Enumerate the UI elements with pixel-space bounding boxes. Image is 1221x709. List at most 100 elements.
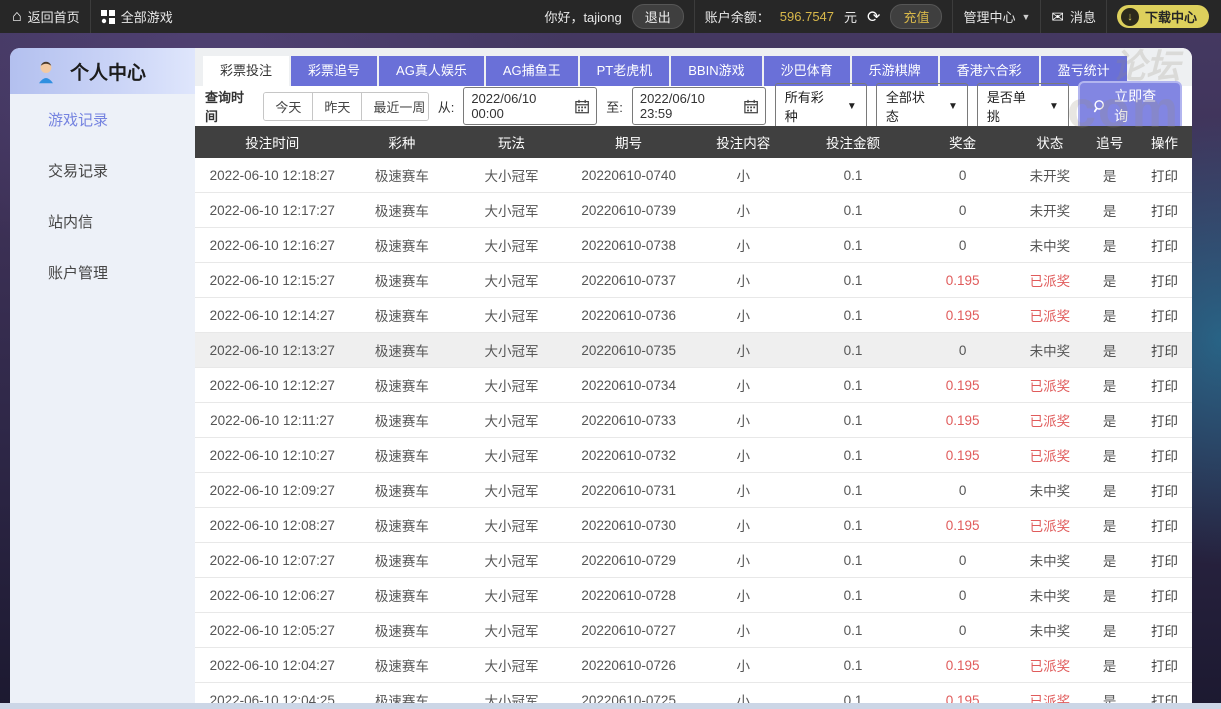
sidebar-item-游戏记录[interactable]: 游戏记录 xyxy=(10,94,195,145)
print-link[interactable]: 打印 xyxy=(1137,550,1192,570)
cell-time: 2022-06-10 12:05:27 xyxy=(209,622,335,638)
cell-chase: 是 xyxy=(1102,274,1117,289)
cell-time: 2022-06-10 12:16:27 xyxy=(209,237,335,253)
print-link[interactable]: 打印 xyxy=(1137,655,1192,675)
cell-status: 未开奖 xyxy=(1029,169,1071,184)
print-link[interactable]: 打印 xyxy=(1137,620,1192,640)
cell-prize: 0.195 xyxy=(945,412,980,428)
quick-button-最近一周[interactable]: 最近一周 xyxy=(361,92,428,120)
greeting-text: 你好，tajiong xyxy=(544,10,622,25)
home-icon: ⌂ xyxy=(12,7,22,25)
cell-chase: 是 xyxy=(1102,204,1117,219)
sidebar-item-站内信[interactable]: 站内信 xyxy=(10,196,195,247)
cell-issue: 20220610-0740 xyxy=(581,167,676,183)
print-link[interactable]: 打印 xyxy=(1137,445,1192,465)
cell-time: 2022-06-10 12:17:27 xyxy=(209,202,335,218)
print-link[interactable]: 打印 xyxy=(1137,585,1192,605)
tab-彩票追号[interactable]: 彩票追号 xyxy=(291,56,378,86)
table-row: 2022-06-10 12:09:27 极速赛车 大小冠军 20220610-0731… xyxy=(195,473,1192,508)
print-link[interactable]: 打印 xyxy=(1137,235,1192,255)
status-select[interactable]: 全部状态 ▼ xyxy=(875,83,968,129)
tab-PT老虎机[interactable]: PT老虎机 xyxy=(579,56,670,86)
quick-button-今天[interactable]: 今天 xyxy=(264,92,313,120)
cell-chase: 是 xyxy=(1102,344,1117,359)
column-header-操作: 操作 xyxy=(1150,136,1178,151)
print-link[interactable]: 打印 xyxy=(1137,165,1192,185)
refresh-icon[interactable]: ⟳ xyxy=(867,7,880,27)
avatar xyxy=(32,57,60,85)
cell-chase: 是 xyxy=(1102,309,1117,324)
admin-center-label: 管理中心 xyxy=(963,10,1016,25)
print-link[interactable]: 打印 xyxy=(1137,270,1192,290)
cell-content: 小 xyxy=(736,239,751,254)
sidebar-item-账户管理[interactable]: 账户管理 xyxy=(10,247,195,298)
cell-play: 大小冠军 xyxy=(484,519,539,534)
cell-lottery: 极速赛车 xyxy=(374,344,429,359)
back-home-button[interactable]: ⌂ 返回首页 xyxy=(12,7,80,26)
quick-button-昨天[interactable]: 昨天 xyxy=(312,92,362,120)
cell-prize: 0 xyxy=(958,552,967,568)
cell-time: 2022-06-10 12:11:27 xyxy=(210,412,335,428)
cell-status: 已派奖 xyxy=(1029,274,1071,289)
cell-prize: 0 xyxy=(958,342,967,358)
print-link[interactable]: 打印 xyxy=(1137,305,1192,325)
download-center-button[interactable]: ↓ 下载中心 xyxy=(1116,5,1209,28)
recharge-button[interactable]: 充值 xyxy=(890,4,943,29)
cell-issue: 20220610-0733 xyxy=(581,412,676,428)
all-games-button[interactable]: 全部游戏 xyxy=(100,7,173,26)
cell-issue: 20220610-0727 xyxy=(581,622,676,638)
cell-lottery: 极速赛车 xyxy=(374,309,429,324)
cell-play: 大小冠军 xyxy=(484,624,539,639)
cell-status: 已派奖 xyxy=(1029,519,1071,534)
cell-time: 2022-06-10 12:04:27 xyxy=(209,657,335,673)
tab-乐游棋牌[interactable]: 乐游棋牌 xyxy=(851,56,938,86)
table-row: 2022-06-10 12:17:27 极速赛车 大小冠军 20220610-0739… xyxy=(195,193,1192,228)
messages-label: 消息 xyxy=(1069,10,1096,25)
tab-沙巴体育[interactable]: 沙巴体育 xyxy=(763,56,850,86)
print-link[interactable]: 打印 xyxy=(1137,515,1192,535)
tab-香港六合彩[interactable]: 香港六合彩 xyxy=(939,56,1039,86)
sidebar-header: 个人中心 xyxy=(10,48,195,94)
lottery-type-select[interactable]: 所有彩种 ▼ xyxy=(774,83,867,129)
cell-amount: 0.1 xyxy=(843,167,863,183)
cell-lottery: 极速赛车 xyxy=(374,239,429,254)
cell-amount: 0.1 xyxy=(843,622,863,638)
search-icon xyxy=(1093,99,1104,112)
calendar-icon[interactable] xyxy=(575,99,589,114)
cell-content: 小 xyxy=(736,554,751,569)
cell-status: 已派奖 xyxy=(1029,449,1071,464)
print-link[interactable]: 打印 xyxy=(1137,200,1192,220)
print-link[interactable]: 打印 xyxy=(1137,375,1192,395)
sidebar-item-交易记录[interactable]: 交易记录 xyxy=(10,145,195,196)
cell-amount: 0.1 xyxy=(843,482,863,498)
table-header: 投注时间 彩种 玩法 期号 投注内容 投注金额 奖金 状态 追号 操作 xyxy=(195,126,1192,158)
top-bar: ⌂ 返回首页 全部游戏 你好，tajiong 退出 账户余额： 596.7547… xyxy=(0,0,1221,33)
tab-BBIN游戏[interactable]: BBIN游戏 xyxy=(671,56,762,86)
cell-prize: 0.195 xyxy=(945,377,980,393)
column-header-投注金额: 投注金额 xyxy=(825,136,880,151)
tab-AG真人娱乐[interactable]: AG真人娱乐 xyxy=(379,56,484,86)
cell-issue: 20220610-0729 xyxy=(581,552,676,568)
logout-button[interactable]: 退出 xyxy=(631,4,684,29)
calendar-icon[interactable] xyxy=(743,99,758,114)
tab-彩票投注[interactable]: 彩票投注 xyxy=(203,56,290,86)
print-link[interactable]: 打印 xyxy=(1137,480,1192,500)
print-link[interactable]: 打印 xyxy=(1137,410,1192,430)
cell-time: 2022-06-10 12:06:27 xyxy=(209,587,335,603)
filter-bar: 查询时间 今天 昨天 最近一周 从: 2022/06/10 00:00 至: 202… xyxy=(195,81,1192,131)
cell-lottery: 极速赛车 xyxy=(374,449,429,464)
from-date-input[interactable]: 2022/06/10 00:00 xyxy=(463,87,598,125)
search-button[interactable]: 立即查询 xyxy=(1077,81,1182,131)
divider xyxy=(952,0,954,33)
admin-center-menu[interactable]: 管理中心 ▼ xyxy=(963,7,1030,26)
to-date-input[interactable]: 2022/06/10 23:59 xyxy=(631,87,766,125)
quick-range-group: 今天 昨天 最近一周 xyxy=(263,91,429,121)
search-button-label: 立即查询 xyxy=(1114,88,1157,124)
from-label: 从: xyxy=(437,99,455,115)
cell-chase: 是 xyxy=(1102,449,1117,464)
messages-button[interactable]: ✉ 消息 xyxy=(1051,7,1096,26)
cell-content: 小 xyxy=(736,169,751,184)
tab-AG捕鱼王[interactable]: AG捕鱼王 xyxy=(485,56,578,86)
print-link[interactable]: 打印 xyxy=(1137,340,1192,360)
single-pick-select[interactable]: 是否单挑 ▼ xyxy=(976,83,1069,129)
